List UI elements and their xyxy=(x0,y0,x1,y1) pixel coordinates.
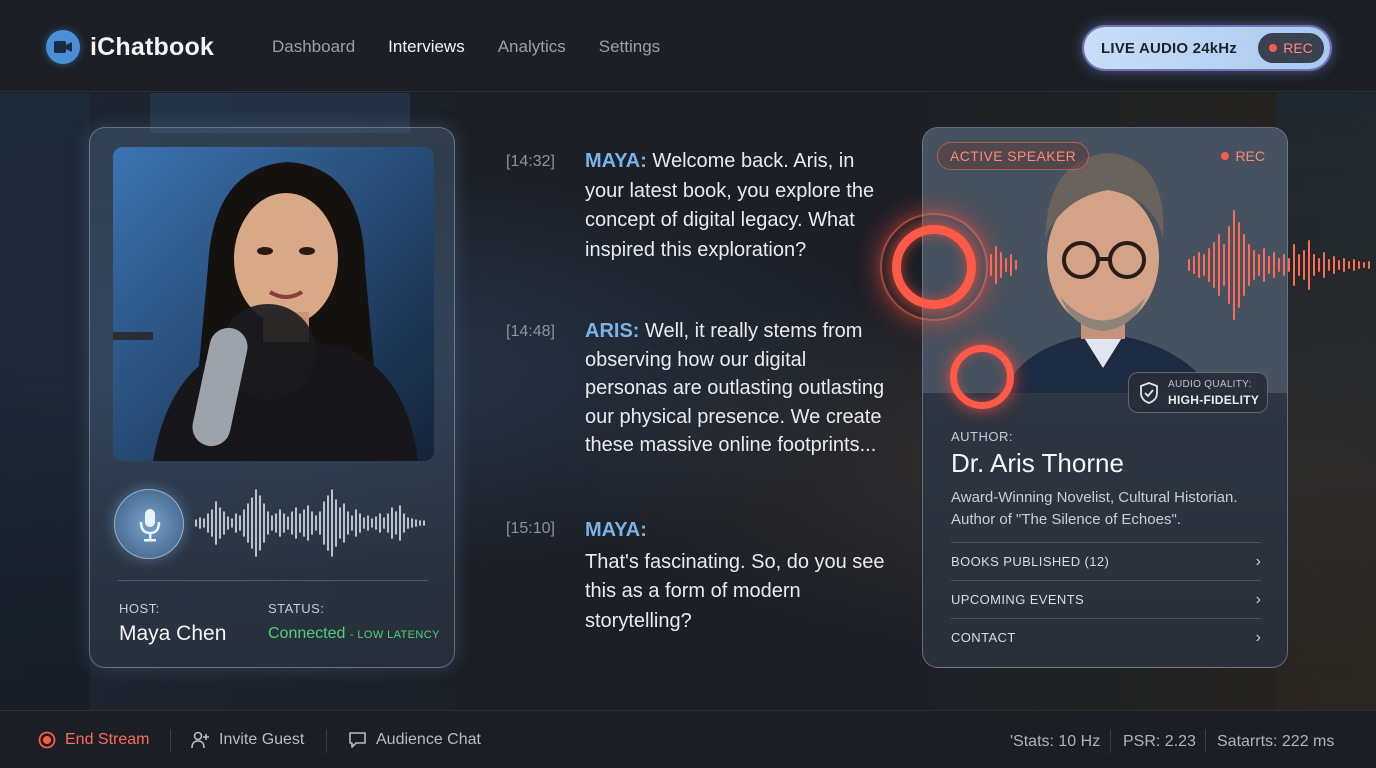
background-frame xyxy=(1276,93,1376,710)
host-audio-waveform xyxy=(195,489,425,557)
toolbar-separator xyxy=(170,729,171,753)
books-published-link[interactable]: BOOKS PUBLISHED (12) › xyxy=(951,542,1261,580)
toolbar-separator xyxy=(326,729,327,753)
nav-dashboard[interactable]: Dashboard xyxy=(272,37,355,57)
rec-label: REC xyxy=(1283,40,1313,56)
upcoming-events-link[interactable]: UPCOMING EVENTS › xyxy=(951,580,1261,618)
message-body: MAYA: Welcome back. Aris, in your latest… xyxy=(585,147,885,265)
guest-rec-indicator: REC xyxy=(1221,148,1265,164)
guest-audio-waveform-right xyxy=(1188,210,1370,320)
chevron-right-icon: › xyxy=(1255,590,1261,608)
message-body: MAYA: That's fascinating. So, do you see … xyxy=(585,516,885,636)
message-timestamp: [15:10] xyxy=(506,520,555,537)
status-label: STATUS: xyxy=(268,601,325,616)
guest-rec-label: REC xyxy=(1235,148,1265,164)
top-header: iChatbook Dashboard Interviews Analytics… xyxy=(0,0,1376,92)
contact-link[interactable]: CONTACT › xyxy=(951,618,1261,656)
chevron-right-icon: › xyxy=(1255,628,1261,646)
stats-latency: Satarrts: 222 ms xyxy=(1217,733,1335,750)
active-speaker-badge: ACTIVE SPEAKER xyxy=(937,142,1090,170)
bottom-toolbar: End Stream Invite Guest Audience Chat 'S… xyxy=(0,710,1376,768)
live-audio-pill[interactable]: LIVE AUDIO 24kHz REC xyxy=(1084,27,1330,69)
nav-interviews[interactable]: Interviews xyxy=(388,37,465,57)
author-name: Dr. Aris Thorne xyxy=(951,448,1124,478)
author-bio: Award-Winning Novelist, Cultural Histori… xyxy=(951,489,1238,528)
record-icon xyxy=(1269,44,1278,52)
chat-bubble-icon xyxy=(349,732,366,748)
shield-check-icon xyxy=(1140,382,1158,404)
message-timestamp: [14:48] xyxy=(506,323,555,340)
end-stream-label: End Stream xyxy=(65,731,150,748)
record-icon xyxy=(38,731,56,749)
microphone-icon xyxy=(139,509,161,542)
speaker-name: MAYA: xyxy=(585,519,647,541)
invite-guest-button[interactable]: Invite Guest xyxy=(191,731,304,749)
audience-chat-label: Audience Chat xyxy=(376,731,481,748)
audience-chat-button[interactable]: Audience Chat xyxy=(348,731,481,749)
video-chat-icon xyxy=(46,30,80,64)
speaker-name: MAYA: xyxy=(585,150,647,172)
connection-status: Connected - LOW LATENCY xyxy=(268,625,440,643)
add-user-icon xyxy=(191,731,209,749)
message-body: ARIS: Well, it really stems from observi… xyxy=(585,317,885,460)
speaking-ring xyxy=(892,225,976,309)
record-icon xyxy=(1221,152,1230,160)
live-audio-label: LIVE AUDIO 24kHz xyxy=(1101,39,1238,57)
speaking-ring-small xyxy=(950,345,1014,409)
guest-links: BOOKS PUBLISHED (12) › UPCOMING EVENTS ›… xyxy=(951,542,1261,656)
guest-audio-waveform-left xyxy=(990,246,1017,284)
latency-label: - LOW LATENCY xyxy=(349,629,440,641)
host-card: HOST: Maya Chen STATUS: Connected - LOW … xyxy=(89,127,455,668)
host-video-feed xyxy=(113,147,434,461)
link-label: BOOKS PUBLISHED (12) xyxy=(951,554,1110,569)
speaker-name: ARIS: xyxy=(585,320,640,342)
stats-rate: 'Stats: 10 Hz xyxy=(1010,733,1101,750)
nav-settings[interactable]: Settings xyxy=(599,37,660,57)
rec-indicator[interactable]: REC xyxy=(1258,33,1324,63)
host-label: HOST: xyxy=(119,601,160,616)
main-nav: Dashboard Interviews Analytics Settings xyxy=(272,37,660,57)
toolbar-separator xyxy=(1205,729,1206,753)
message-timestamp: [14:32] xyxy=(506,153,555,170)
invite-guest-label: Invite Guest xyxy=(219,731,305,748)
audio-quality-badge: AUDIO QUALITY: HIGH-FIDELITY xyxy=(1128,372,1268,413)
audio-quality-label: AUDIO QUALITY: xyxy=(1168,379,1252,390)
link-label: CONTACT xyxy=(951,630,1016,645)
divider xyxy=(118,580,428,581)
host-name: Maya Chen xyxy=(119,622,227,645)
audio-quality-value: HIGH-FIDELITY xyxy=(1168,393,1260,407)
background-wall xyxy=(0,93,90,710)
app-name: iChatbook xyxy=(90,32,215,61)
host-mic-button[interactable] xyxy=(114,489,184,559)
status-text: Connected xyxy=(268,625,346,642)
app-logo[interactable]: iChatbook xyxy=(46,30,214,64)
stats-psr: PSR: 2.23 xyxy=(1123,733,1196,750)
author-label: AUTHOR: xyxy=(951,429,1013,444)
link-label: UPCOMING EVENTS xyxy=(951,592,1085,607)
end-stream-button[interactable]: End Stream xyxy=(38,731,149,749)
nav-analytics[interactable]: Analytics xyxy=(498,37,566,57)
chevron-right-icon: › xyxy=(1255,552,1261,570)
message-text: That's fascinating. So, do you see this … xyxy=(585,550,885,632)
toolbar-separator xyxy=(1110,729,1111,753)
